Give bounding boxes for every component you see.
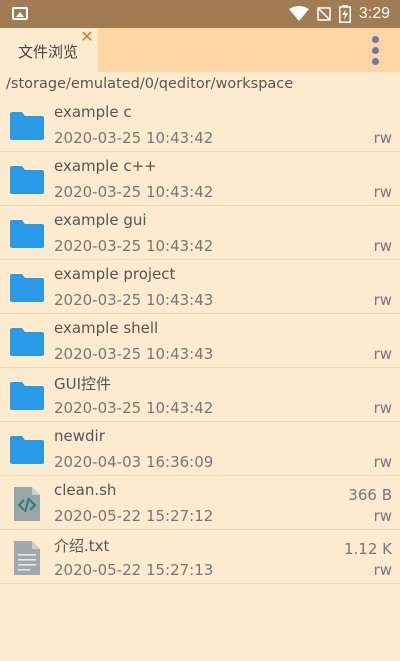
image-icon [12, 7, 28, 20]
file-row[interactable]: GUI控件 2020-03-25 10:43:42 rw [0, 368, 400, 422]
folder-icon [9, 108, 45, 144]
file-date: 2020-03-25 10:43:42 [54, 237, 214, 255]
folder-icon [9, 378, 45, 414]
current-path: /storage/emulated/0/qeditor/workspace [6, 76, 294, 92]
file-name: newdir [54, 427, 105, 445]
file-row[interactable]: clean.sh 2020-05-22 15:27:12 366 B rw [0, 476, 400, 530]
file-date: 2020-04-03 16:36:09 [54, 453, 214, 471]
code-file-icon [9, 486, 45, 522]
file-permissions: rw [373, 237, 392, 255]
file-row[interactable]: example shell 2020-03-25 10:43:43 rw [0, 314, 400, 368]
file-row[interactable]: example gui 2020-03-25 10:43:42 rw [0, 206, 400, 260]
file-permissions: rw [373, 345, 392, 363]
clock: 3:29 [358, 5, 390, 22]
file-name: GUI控件 [54, 375, 112, 393]
file-name: 介绍.txt [54, 537, 110, 555]
battery-charging-icon [338, 5, 351, 23]
file-permissions: rw [373, 399, 392, 417]
file-row[interactable]: example c++ 2020-03-25 10:43:42 rw [0, 152, 400, 206]
file-name: example shell [54, 319, 159, 337]
tab-label: 文件浏览 [18, 43, 79, 61]
file-size: 1.12 K [343, 540, 392, 558]
file-size: 366 B [348, 486, 392, 504]
file-name: example gui [54, 211, 147, 229]
folder-icon [9, 270, 45, 306]
file-row[interactable]: newdir 2020-04-03 16:36:09 rw [0, 422, 400, 476]
file-date: 2020-05-22 15:27:12 [54, 507, 214, 525]
file-date: 2020-03-25 10:43:42 [54, 399, 214, 417]
file-permissions: rw [373, 291, 392, 309]
file-date: 2020-03-25 10:43:43 [54, 291, 214, 309]
folder-icon [9, 324, 45, 360]
text-file-icon [9, 540, 45, 576]
file-date: 2020-03-25 10:43:43 [54, 345, 214, 363]
file-name: example project [54, 265, 176, 283]
file-date: 2020-05-22 15:27:13 [54, 561, 214, 579]
tab-file-browser[interactable]: 文件浏览 ✕ [0, 28, 98, 72]
no-signal-icon [317, 7, 331, 21]
status-bar: 3:29 [0, 0, 400, 28]
file-row[interactable]: example project 2020-03-25 10:43:43 rw [0, 260, 400, 314]
more-options-icon[interactable] [370, 36, 380, 66]
file-date: 2020-03-25 10:43:42 [54, 183, 214, 201]
tab-bar: 文件浏览 ✕ [0, 28, 400, 72]
folder-icon [9, 432, 45, 468]
file-name: example c++ [54, 157, 157, 175]
file-row[interactable]: 介绍.txt 2020-05-22 15:27:13 1.12 K rw [0, 530, 400, 584]
file-row[interactable]: example c 2020-03-25 10:43:42 rw [0, 98, 400, 152]
file-permissions: rw [373, 183, 392, 201]
file-name: example c [54, 103, 132, 121]
close-icon[interactable]: ✕ [80, 29, 94, 45]
file-permissions: rw [373, 507, 392, 525]
file-permissions: rw [373, 561, 392, 579]
folder-icon [9, 216, 45, 252]
file-list: example c 2020-03-25 10:43:42 rw example c+… [0, 98, 400, 584]
file-date: 2020-03-25 10:43:42 [54, 129, 214, 147]
wifi-icon [288, 6, 309, 21]
file-name: clean.sh [54, 481, 117, 499]
file-permissions: rw [373, 453, 392, 471]
folder-icon [9, 162, 45, 198]
file-permissions: rw [373, 129, 392, 147]
